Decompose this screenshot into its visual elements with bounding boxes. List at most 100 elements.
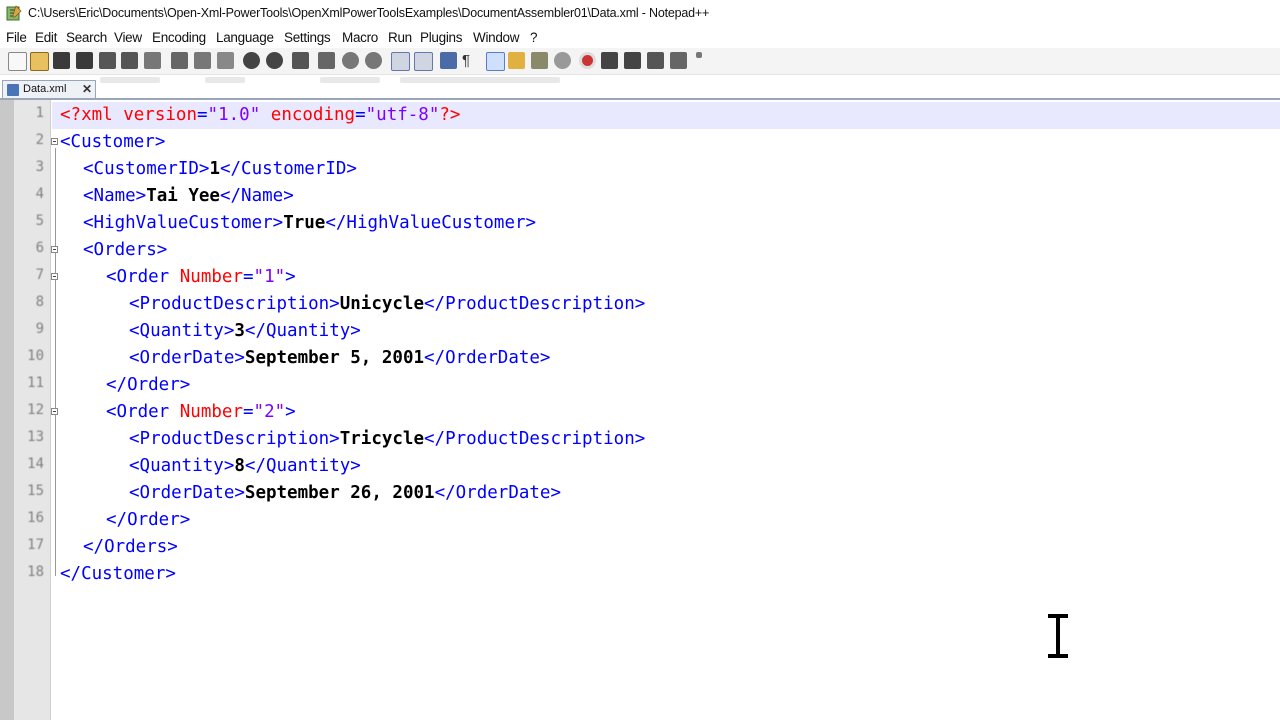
line-number: 1 [35, 105, 44, 121]
menu-view[interactable]: View [114, 30, 142, 45]
code-line-14[interactable]: <Quantity>8</Quantity> [129, 453, 361, 480]
tab-data-xml[interactable]: Data.xml ✕ [2, 80, 96, 98]
run-macro-multiple-icon[interactable] [647, 52, 664, 69]
xml-attr-value: "1" [253, 267, 286, 287]
toolbar-overflow-icon[interactable] [696, 52, 702, 58]
undo-icon[interactable] [243, 52, 260, 69]
close-all-icon[interactable] [121, 52, 138, 69]
line-number: 6 [35, 240, 44, 256]
fold-toggle-icon[interactable] [51, 246, 58, 253]
window-title: C:\Users\Eric\Documents\Open-Xml-PowerTo… [28, 6, 710, 20]
fold-toggle-icon[interactable] [51, 408, 58, 415]
zoom-out-icon[interactable] [365, 52, 382, 69]
code-line-16[interactable]: </Order> [106, 507, 190, 534]
function-list-icon[interactable] [554, 52, 571, 69]
xml-tag: <Order [106, 402, 170, 422]
menu-plugins[interactable]: Plugins [420, 30, 462, 45]
xml-tag: <Quantity> [129, 456, 235, 476]
paste-icon[interactable] [217, 52, 234, 69]
tab-strip [0, 75, 1280, 99]
code-line-6[interactable]: <Orders> [83, 237, 167, 264]
xml-tag: <OrderDate> [129, 483, 245, 503]
menu-encoding[interactable]: Encoding [152, 30, 206, 45]
menu-edit[interactable]: Edit [35, 30, 57, 45]
code-line-7[interactable]: <Order Number="1"> [106, 264, 296, 291]
menu-file[interactable]: File [6, 30, 27, 45]
redo-icon[interactable] [266, 52, 283, 69]
play-macro-icon[interactable] [624, 52, 641, 69]
code-line-3[interactable]: <CustomerID>1</CustomerID> [83, 156, 357, 183]
xml-text: Tai Yee [146, 186, 220, 206]
print-icon[interactable] [144, 52, 161, 69]
code-line-9[interactable]: <Quantity>3</Quantity> [129, 318, 361, 345]
doc-map-icon[interactable] [531, 52, 548, 69]
code-line-17[interactable]: </Orders> [83, 534, 178, 561]
save-all-icon[interactable] [76, 52, 93, 69]
code-line-8[interactable]: <ProductDescription>Unicycle</ProductDes… [129, 291, 645, 318]
xml-tag: <CustomerID> [83, 159, 210, 179]
menu-search[interactable]: Search [66, 30, 107, 45]
code-line-2[interactable]: <Customer> [60, 129, 165, 156]
indent-guide-icon[interactable] [486, 52, 505, 71]
save-icon[interactable] [53, 52, 70, 69]
menu-macro[interactable]: Macro [342, 30, 378, 45]
show-all-chars-icon[interactable]: ¶ [462, 52, 472, 69]
line-number: 9 [35, 321, 44, 337]
xml-attr-value: "2" [253, 402, 286, 422]
code-line-4[interactable]: <Name>Tai Yee</Name> [83, 183, 294, 210]
xml-attr-value: "1.0" [207, 105, 261, 125]
code-line-5[interactable]: <HighValueCustomer>True</HighValueCustom… [83, 210, 536, 237]
line-number: 4 [35, 186, 44, 202]
fold-line [55, 148, 56, 576]
cut-icon[interactable] [171, 52, 188, 69]
stop-macro-icon[interactable] [601, 52, 618, 69]
replace-icon[interactable] [318, 52, 335, 69]
sync-horizontal-icon[interactable] [414, 52, 433, 71]
xml-attr-value: "utf-8" [365, 105, 440, 125]
xml-eq: = [197, 105, 208, 125]
menu-language[interactable]: Language [216, 30, 274, 45]
xml-text: 3 [234, 321, 245, 341]
save-macro-icon[interactable] [670, 52, 687, 69]
toolbar: ¶ [0, 48, 1280, 75]
line-number: 5 [35, 213, 44, 229]
close-icon[interactable] [99, 52, 116, 69]
line-number: 18 [27, 564, 44, 580]
zoom-in-icon[interactable] [342, 52, 359, 69]
line-number: 3 [35, 159, 44, 175]
sync-vertical-icon[interactable] [391, 52, 410, 71]
line-number: 8 [35, 294, 44, 310]
xml-tag: <HighValueCustomer> [83, 213, 284, 233]
code-line-12[interactable]: <Order Number="2"> [106, 399, 296, 426]
code-line-10[interactable]: <OrderDate>September 5, 2001</OrderDate> [129, 345, 550, 372]
user-lang-icon[interactable] [508, 52, 525, 69]
line-number: 13 [27, 429, 44, 445]
fold-toggle-icon[interactable] [51, 273, 58, 280]
xml-tag: <Orders> [83, 240, 168, 260]
menu-settings[interactable]: Settings [284, 30, 331, 45]
code-line-15[interactable]: <OrderDate>September 26, 2001</OrderDate… [129, 480, 561, 507]
open-file-icon[interactable] [30, 52, 49, 71]
line-number: 11 [27, 375, 44, 391]
line-number: 7 [35, 267, 44, 283]
xml-tag: </Name> [219, 186, 294, 206]
code-line-18[interactable]: </Customer> [60, 561, 176, 588]
xml-text: September 5, 2001 [244, 348, 425, 368]
menu-help[interactable]: ? [530, 30, 538, 45]
menu-window[interactable]: Window [473, 30, 520, 45]
code-line-1[interactable]: <?xml version="1.0" encoding="utf-8"?> [60, 102, 460, 129]
find-icon[interactable] [292, 52, 309, 69]
code-line-11[interactable]: </Order> [106, 372, 190, 399]
code-line-13[interactable]: <ProductDescription>Tricycle</ProductDes… [129, 426, 645, 453]
word-wrap-icon[interactable] [440, 52, 457, 69]
xml-tag: <Name> [83, 186, 147, 206]
fold-toggle-icon[interactable] [51, 138, 58, 145]
xml-text: 8 [234, 456, 245, 476]
copy-icon[interactable] [194, 52, 211, 69]
record-macro-icon[interactable] [579, 52, 596, 69]
new-file-icon[interactable] [8, 52, 27, 71]
xml-tag: <ProductDescription> [129, 294, 340, 314]
xml-text: September 26, 2001 [244, 483, 435, 503]
menu-run[interactable]: Run [388, 30, 412, 45]
tab-close-icon[interactable]: ✕ [82, 82, 92, 96]
